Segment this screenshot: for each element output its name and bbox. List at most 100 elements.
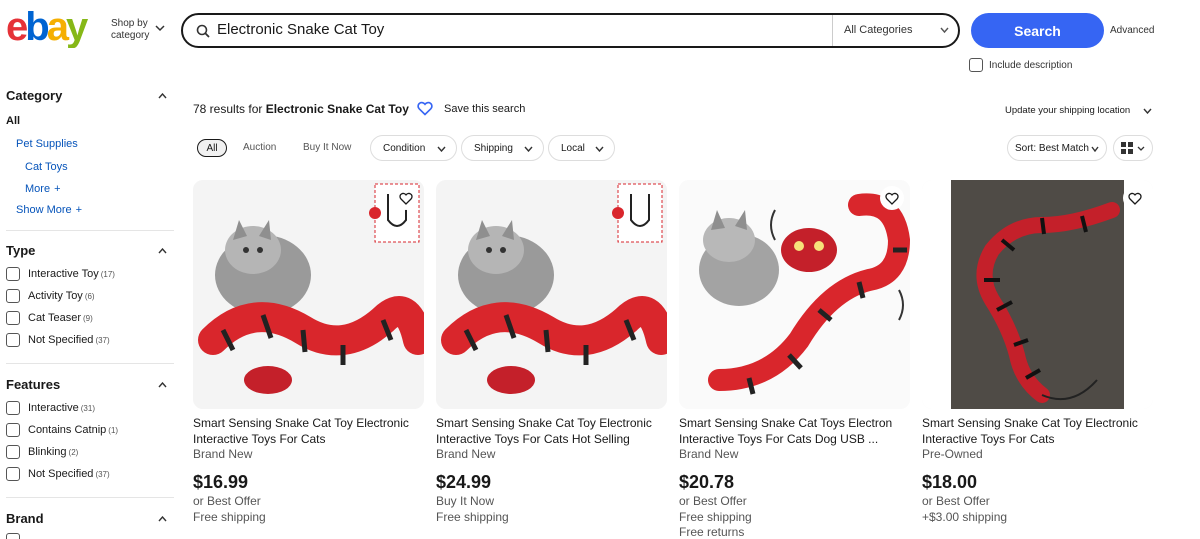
include-description-checkbox[interactable]: [969, 58, 983, 72]
search-input[interactable]: Electronic Snake Cat Toy: [217, 21, 384, 38]
sidebar-divider: [6, 363, 174, 364]
category-pet-supplies[interactable]: Pet Supplies: [16, 138, 78, 150]
product-price: $16.99: [193, 472, 249, 492]
features-option: Contains Catnip (1): [28, 424, 119, 436]
product-image[interactable]: [922, 180, 1153, 409]
sidebar-divider: [6, 230, 174, 231]
product-purchase-option: or Best Offer: [679, 494, 747, 508]
local-filter[interactable]: Local: [548, 135, 615, 161]
snake-cat-photo: [436, 180, 667, 409]
type-option: Interactive Toy (17): [28, 268, 115, 280]
product-title-link[interactable]: Smart Sensing Snake Cat Toy Electronic I…: [436, 416, 661, 447]
product-purchase-option: Buy It Now: [436, 494, 495, 508]
snake-cat-photo: [193, 180, 424, 409]
watch-heart-button[interactable]: [394, 186, 418, 210]
features-heading[interactable]: Features: [6, 377, 60, 392]
brand-heading[interactable]: Brand: [6, 511, 44, 526]
heart-icon: [885, 192, 899, 205]
chevron-down-icon[interactable]: [155, 24, 165, 32]
product-title-link[interactable]: Smart Sensing Snake Cat Toy Electronic I…: [193, 416, 418, 447]
tab-all[interactable]: All: [197, 139, 227, 157]
plus-icon: +: [75, 204, 83, 216]
ebay-logo[interactable]: ebay: [6, 5, 100, 49]
features-option: Blinking (2): [28, 446, 79, 458]
product-condition: Brand New: [193, 447, 253, 461]
shipping-filter[interactable]: Shipping: [461, 135, 544, 161]
heart-icon[interactable]: [417, 101, 433, 116]
product-title-link[interactable]: Smart Sensing Snake Cat Toys Electron In…: [679, 416, 904, 447]
type-option: Cat Teaser (9): [28, 312, 93, 324]
heart-icon: [399, 192, 413, 205]
shipping-location-button[interactable]: Update your shipping location: [1005, 105, 1130, 116]
chevron-down-icon: [437, 146, 446, 152]
snake-floor-photo: [922, 180, 1153, 409]
more-label: More: [25, 183, 51, 195]
results-count: 78 results for Electronic Snake Cat Toy: [193, 102, 409, 116]
grid-view-icon: [1121, 142, 1133, 154]
product-condition: Pre-Owned: [922, 447, 983, 461]
features-checkbox-blinking[interactable]: [6, 445, 20, 459]
features-checkbox-interactive[interactable]: [6, 401, 20, 415]
search-divider: [832, 15, 833, 46]
watch-heart-button[interactable]: [1123, 186, 1147, 210]
product-image[interactable]: [193, 180, 424, 409]
advanced-search-link[interactable]: Advanced: [1110, 25, 1154, 36]
chevron-down-icon: [595, 146, 604, 152]
category-cat-toys[interactable]: Cat Toys: [25, 161, 68, 173]
product-returns: Free returns: [679, 525, 745, 539]
product-condition: Brand New: [436, 447, 496, 461]
search-icon: [196, 24, 210, 38]
product-price: $18.00: [922, 472, 978, 492]
heart-icon: [1128, 192, 1142, 205]
chevron-down-icon[interactable]: [940, 27, 949, 34]
save-search-button[interactable]: Save this search: [444, 103, 525, 115]
tab-auction[interactable]: Auction: [243, 142, 276, 153]
chevron-down-icon: [1137, 146, 1145, 151]
chevron-down-icon[interactable]: [1143, 108, 1152, 114]
chevron-up-icon[interactable]: [158, 516, 167, 522]
plus-icon: +: [54, 183, 61, 195]
watch-heart-button[interactable]: [880, 186, 904, 210]
condition-filter[interactable]: Condition: [370, 135, 457, 161]
product-condition: Brand New: [679, 447, 739, 461]
product-shipping: Free shipping: [193, 510, 266, 524]
type-checkbox-cat-teaser[interactable]: [6, 311, 20, 325]
search-button[interactable]: Search: [971, 13, 1104, 48]
features-option: Not Specified (37): [28, 468, 110, 480]
product-purchase-option: or Best Offer: [193, 494, 261, 508]
tab-buy-it-now[interactable]: Buy It Now: [303, 142, 351, 153]
type-checkbox-not-specified[interactable]: [6, 333, 20, 347]
chevron-up-icon[interactable]: [158, 382, 167, 388]
view-toggle[interactable]: [1113, 135, 1153, 161]
product-price: $20.78: [679, 472, 735, 492]
type-option: Not Specified (37): [28, 334, 110, 346]
product-shipping: Free shipping: [679, 510, 752, 524]
category-heading[interactable]: Category: [6, 88, 62, 103]
type-heading[interactable]: Type: [6, 243, 35, 258]
product-image[interactable]: [436, 180, 667, 409]
brand-checkbox[interactable]: [6, 533, 20, 539]
product-title-link[interactable]: Smart Sensing Snake Cat Toy Electronic I…: [922, 416, 1147, 447]
product-purchase-option: or Best Offer: [922, 494, 990, 508]
type-checkbox-activity-toy[interactable]: [6, 289, 20, 303]
features-option: Interactive (31): [28, 402, 95, 414]
chevron-up-icon[interactable]: [158, 248, 167, 254]
chevron-down-icon: [1091, 146, 1099, 152]
include-description-label: Include description: [989, 60, 1073, 71]
chevron-up-icon[interactable]: [158, 93, 167, 99]
product-image[interactable]: [679, 180, 910, 409]
sidebar-divider: [6, 497, 174, 498]
category-select[interactable]: All Categories: [844, 24, 912, 36]
features-checkbox-not-specified[interactable]: [6, 467, 20, 481]
features-checkbox-contains-catnip[interactable]: [6, 423, 20, 437]
sort-dropdown[interactable]: Sort: Best Match: [1007, 135, 1107, 161]
chevron-down-icon: [524, 146, 533, 152]
svg-text:ebay: ebay: [6, 8, 89, 48]
product-shipping: +$3.00 shipping: [922, 510, 1008, 524]
show-more-button[interactable]: Show More +: [16, 204, 82, 216]
type-option: Activity Toy (6): [28, 290, 95, 302]
results-query: Electronic Snake Cat Toy: [265, 102, 409, 116]
category-more-button[interactable]: More +: [25, 183, 61, 195]
snake-cat-photo: [679, 180, 910, 409]
type-checkbox-interactive-toy[interactable]: [6, 267, 20, 281]
